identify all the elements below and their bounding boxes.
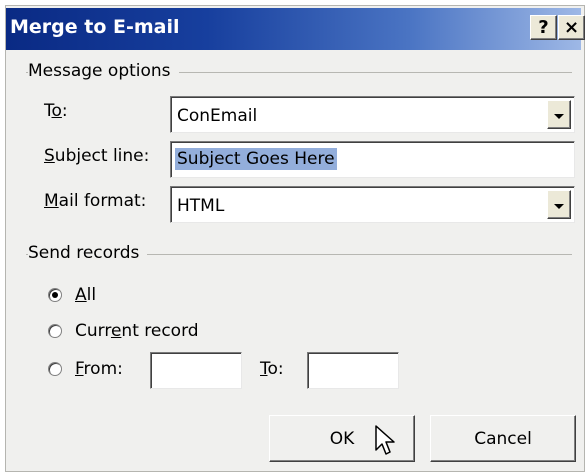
ok-button-label: OK bbox=[329, 428, 355, 449]
mail-format-label: Mail format: bbox=[44, 191, 147, 211]
chevron-down-icon bbox=[554, 113, 564, 119]
to-dropdown-button[interactable] bbox=[547, 100, 571, 129]
mail-format-value: HTML bbox=[177, 196, 225, 216]
subject-line-input[interactable]: Subject Goes Here bbox=[170, 141, 575, 178]
cancel-button-label: Cancel bbox=[474, 428, 532, 449]
to-combobox[interactable]: ConEmail bbox=[170, 96, 575, 133]
title-bar[interactable]: Merge to E-mail ? × bbox=[6, 8, 585, 50]
subject-line-label: Subject line: bbox=[44, 146, 150, 166]
mouse-pointer-icon bbox=[375, 425, 395, 455]
chevron-down-icon bbox=[554, 203, 564, 209]
radio-all[interactable] bbox=[48, 288, 62, 302]
window-title: Merge to E-mail bbox=[10, 16, 180, 38]
to-value: ConEmail bbox=[177, 106, 258, 126]
mail-format-dropdown-button[interactable] bbox=[547, 190, 571, 219]
radio-current-record-label: Current record bbox=[75, 321, 199, 341]
help-button[interactable]: ? bbox=[530, 15, 557, 40]
radio-from-label: From: bbox=[75, 359, 123, 379]
close-icon: × bbox=[563, 17, 580, 38]
to-record-input[interactable] bbox=[307, 352, 399, 389]
radio-from[interactable] bbox=[48, 362, 62, 376]
close-button[interactable]: × bbox=[558, 15, 585, 40]
send-records-group-label: Send records bbox=[28, 243, 148, 263]
message-options-group-label: Message options bbox=[28, 61, 179, 81]
radio-current-record[interactable] bbox=[48, 324, 62, 338]
help-icon: ? bbox=[538, 17, 549, 38]
subject-line-value: Subject Goes Here bbox=[175, 148, 337, 170]
radio-all-label: All bbox=[75, 285, 97, 305]
to-label: To: bbox=[44, 101, 68, 121]
mail-format-combobox[interactable]: HTML bbox=[170, 186, 575, 223]
cancel-button[interactable]: Cancel bbox=[430, 415, 576, 462]
to-record-label: To: bbox=[260, 359, 284, 379]
from-record-input[interactable] bbox=[150, 352, 242, 389]
